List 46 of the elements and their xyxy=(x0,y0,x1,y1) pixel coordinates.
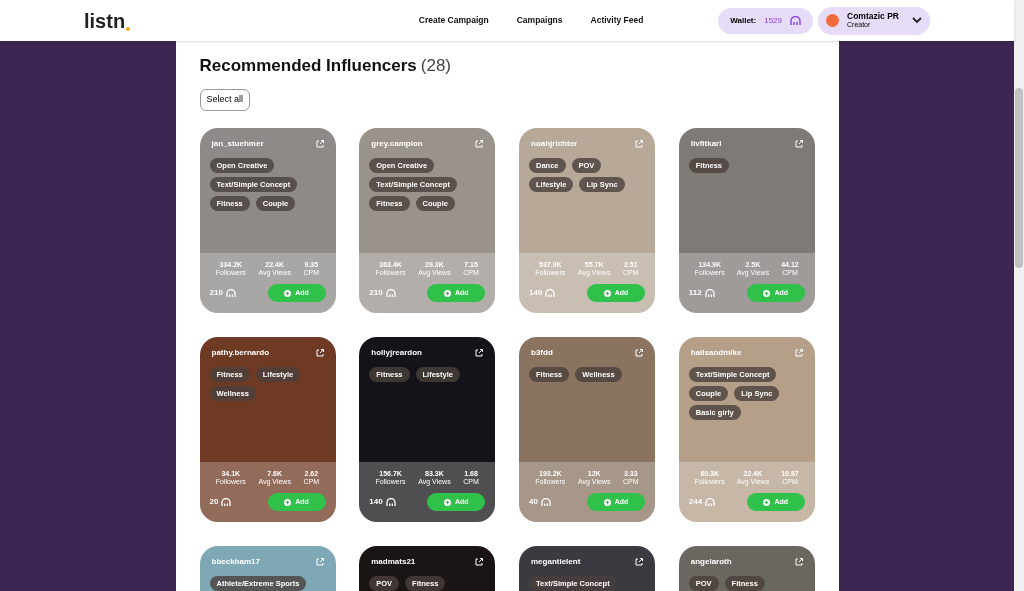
plus-circle-icon xyxy=(443,498,451,506)
price-points: 210 xyxy=(209,287,223,299)
price-points: 140 xyxy=(369,496,383,508)
price-points: 40 xyxy=(529,496,538,508)
price-points: 140 xyxy=(529,287,543,299)
username: hollyjreardon xyxy=(371,346,422,359)
username: b3fdd xyxy=(531,346,553,359)
price-points: 112 xyxy=(688,287,702,299)
plus-circle-icon xyxy=(284,498,292,506)
external-link-icon[interactable] xyxy=(475,557,484,566)
nav-link[interactable]: Campaigns xyxy=(516,14,563,27)
influencer-count: (28) xyxy=(420,55,451,77)
username: hailsandmike xyxy=(690,346,742,359)
plus-circle-icon xyxy=(443,289,451,297)
username: bbeckham17 xyxy=(211,555,260,568)
wallet-label: Wallet: xyxy=(730,14,757,27)
external-link-icon[interactable] xyxy=(475,348,484,357)
logo[interactable]: listn xyxy=(84,5,304,36)
username: noahjrichter xyxy=(531,137,578,150)
username: angelaroth xyxy=(690,555,732,568)
username: pathy.bernardo xyxy=(211,346,270,359)
chevron-down-icon xyxy=(912,17,922,24)
price-points: 244 xyxy=(688,496,703,508)
price-points: 210 xyxy=(369,287,383,299)
section-title: Recommended Influencers xyxy=(199,55,417,77)
wallet-pill[interactable]: Wallet: 1529 xyxy=(718,7,813,34)
plus-circle-icon xyxy=(603,289,611,297)
avatar xyxy=(826,14,839,27)
username: livfitkarl xyxy=(690,137,722,150)
wallet-amount: 1529 xyxy=(764,14,782,27)
external-link-icon[interactable] xyxy=(315,348,324,357)
nav-link[interactable]: Create Campaign xyxy=(418,14,489,27)
external-link-icon[interactable] xyxy=(635,557,643,566)
plus-circle-icon xyxy=(763,289,771,297)
username: jan_stuehmer xyxy=(211,137,264,150)
plus-circle-icon xyxy=(763,498,771,506)
price-points: 20 xyxy=(209,496,219,508)
username: megantielent xyxy=(531,555,581,568)
plus-circle-icon xyxy=(284,289,292,297)
username: grey.campion xyxy=(371,137,423,150)
nav-link[interactable]: Activity Feed xyxy=(590,14,644,27)
select-all-button[interactable]: Select all xyxy=(199,88,251,111)
profile-name: Comtazic PR xyxy=(847,10,900,22)
plus-circle-icon xyxy=(603,498,611,506)
username: madmats21 xyxy=(371,555,416,568)
scrollbar[interactable] xyxy=(1014,0,1024,591)
